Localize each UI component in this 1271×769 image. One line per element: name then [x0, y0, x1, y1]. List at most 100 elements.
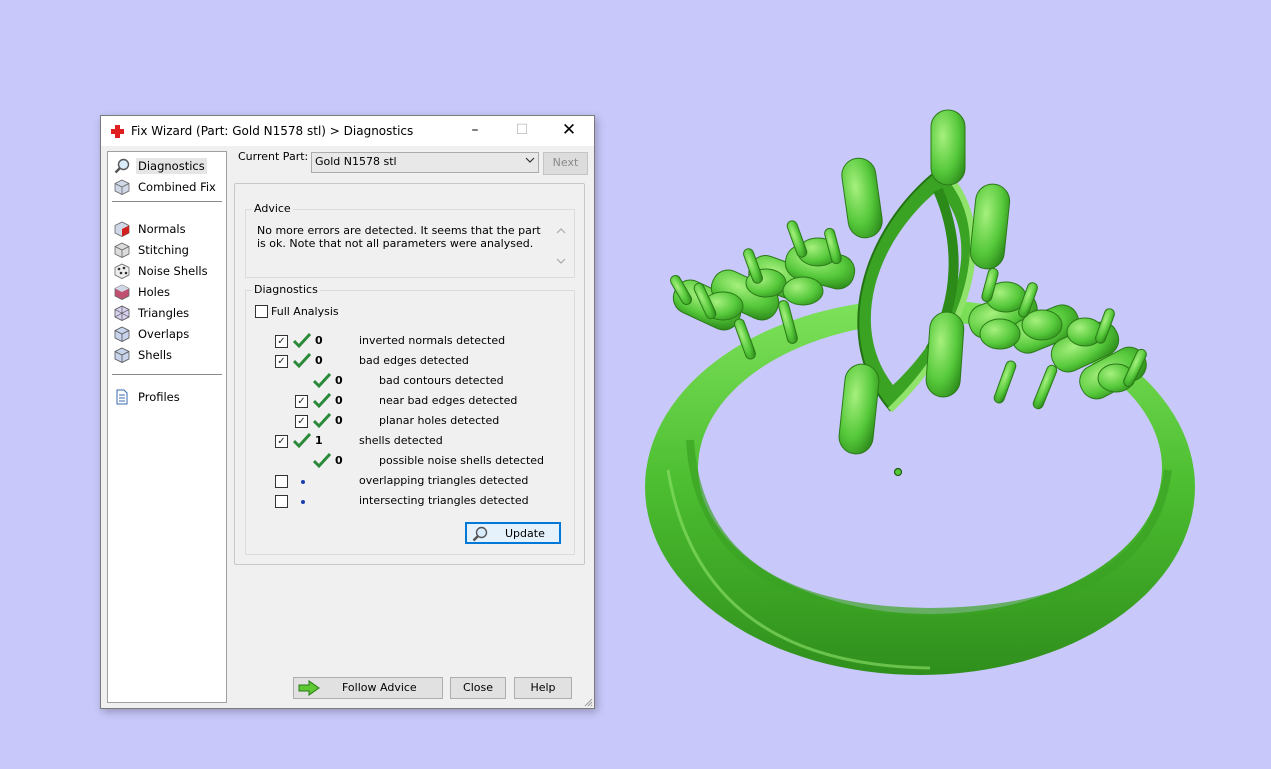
- diag-row-noise-shells: 0 possible noise shells detected: [246, 453, 566, 471]
- nav-item-overlaps[interactable]: Overlaps: [112, 324, 220, 344]
- diag-row-near-bad-edges: ✓ 0 near bad edges detected: [246, 393, 566, 411]
- advice-text: No more errors are detected. It seems th…: [257, 224, 541, 250]
- diag-row-inverted-normals: ✓ 0 inverted normals detected: [246, 333, 566, 351]
- nav-label-stitching: Stitching: [138, 243, 189, 257]
- check-ok-icon: [313, 393, 331, 409]
- triangles-icon: [114, 305, 130, 321]
- diag-count: 0: [335, 374, 343, 387]
- full-analysis-label: Full Analysis: [271, 305, 339, 318]
- fix-wizard-nav: Diagnostics Combined Fix Normals Stitchi…: [107, 151, 227, 703]
- diag-label: overlapping triangles detected: [359, 474, 529, 487]
- magnifier-icon: [114, 158, 130, 174]
- check-ok-icon: [313, 373, 331, 389]
- nav-item-diagnostics[interactable]: Diagnostics: [112, 156, 220, 176]
- pending-dot-icon: [301, 480, 305, 484]
- shells-checkbox[interactable]: ✓: [275, 435, 288, 448]
- holes-cube-icon: [114, 284, 130, 300]
- diag-label: bad contours detected: [379, 374, 504, 387]
- green-arrow-icon: [298, 680, 320, 696]
- magnifier-icon: [472, 526, 488, 542]
- update-button[interactable]: Update: [465, 522, 561, 544]
- diag-label: bad edges detected: [359, 354, 469, 367]
- nav-label-shells: Shells: [138, 348, 173, 362]
- check-ok-icon: [293, 333, 311, 349]
- advice-title: Advice: [252, 202, 293, 215]
- diag-count: 0: [315, 334, 323, 347]
- noise-shells-icon: [114, 263, 130, 279]
- current-part-value: Gold N1578 stl: [315, 155, 397, 168]
- nav-label-holes: Holes: [138, 285, 170, 299]
- advice-group: Advice No more errors are detected. It s…: [245, 202, 575, 278]
- diag-label: inverted normals detected: [359, 334, 506, 347]
- diag-count: 0: [335, 454, 343, 467]
- diag-label: near bad edges detected: [379, 394, 518, 407]
- document-icon: [116, 389, 128, 405]
- nav-item-shells[interactable]: Shells: [112, 345, 220, 365]
- shells-icon: [114, 347, 130, 363]
- follow-advice-label: Follow Advice: [342, 681, 417, 694]
- near-bad-edges-checkbox[interactable]: ✓: [295, 395, 308, 408]
- planar-holes-checkbox[interactable]: ✓: [295, 415, 308, 428]
- nav-item-holes[interactable]: Holes: [112, 282, 220, 302]
- check-ok-icon: [313, 413, 331, 429]
- overlapping-triangles-checkbox[interactable]: [275, 475, 288, 488]
- diag-row-shells: ✓ 1 shells detected: [246, 433, 566, 451]
- resize-grip-icon[interactable]: [583, 697, 593, 707]
- fix-wizard-window: Fix Wizard (Part: Gold N1578 stl) > Diag…: [100, 115, 595, 709]
- nav-item-stitching[interactable]: Stitching: [112, 240, 220, 260]
- pending-dot-icon: [301, 500, 305, 504]
- intersecting-triangles-checkbox[interactable]: [275, 495, 288, 508]
- next-button[interactable]: Next: [543, 152, 588, 175]
- current-part-label: Current Part:: [238, 150, 309, 163]
- bad-edges-checkbox[interactable]: ✓: [275, 355, 288, 368]
- maximize-button[interactable]: ☐: [499, 116, 545, 146]
- inverted-normals-checkbox[interactable]: ✓: [275, 335, 288, 348]
- diagnostics-title: Diagnostics: [252, 283, 320, 296]
- minimize-button[interactable]: –: [452, 116, 498, 146]
- close-window-button[interactable]: ✕: [546, 116, 592, 146]
- check-ok-icon: [313, 453, 331, 469]
- nav-label-normals: Normals: [138, 222, 186, 236]
- diagnostics-group: Diagnostics Full Analysis ✓ 0 inverted n…: [245, 283, 575, 555]
- cube-icon: [114, 179, 130, 195]
- red-cross-icon: [111, 125, 124, 138]
- diag-row-overlapping-triangles: overlapping triangles detected: [246, 473, 566, 491]
- diag-row-planar-holes: ✓ 0 planar holes detected: [246, 413, 566, 431]
- diag-label: planar holes detected: [379, 414, 500, 427]
- title-bar[interactable]: Fix Wizard (Part: Gold N1578 stl) > Diag…: [101, 116, 594, 146]
- full-analysis-checkbox[interactable]: [255, 305, 268, 318]
- diagnostics-panel: Advice No more errors are detected. It s…: [234, 183, 585, 565]
- diag-count: 0: [335, 394, 343, 407]
- nav-separator: [112, 374, 222, 375]
- close-button[interactable]: Close: [450, 677, 506, 699]
- nav-label-noise-shells: Noise Shells: [138, 264, 208, 278]
- normals-cube-icon: [114, 221, 130, 237]
- nav-item-triangles[interactable]: Triangles: [112, 303, 220, 323]
- diag-label: possible noise shells detected: [379, 454, 545, 467]
- nav-label-diagnostics: Diagnostics: [136, 158, 207, 174]
- nav-item-normals[interactable]: Normals: [112, 219, 220, 239]
- diag-row-bad-contours: 0 bad contours detected: [246, 373, 566, 391]
- diag-row-bad-edges: ✓ 0 bad edges detected: [246, 353, 566, 371]
- follow-advice-button[interactable]: Follow Advice: [293, 677, 443, 699]
- diag-label: intersecting triangles detected: [359, 494, 529, 507]
- update-label: Update: [505, 527, 545, 540]
- nav-item-noise-shells[interactable]: Noise Shells: [112, 261, 220, 281]
- nav-item-profiles[interactable]: Profiles: [112, 387, 220, 407]
- nav-item-combined-fix[interactable]: Combined Fix: [112, 177, 220, 197]
- advice-scrollbar[interactable]: [554, 224, 568, 268]
- nav-label-combined-fix: Combined Fix: [138, 180, 216, 194]
- chevron-down-icon: [525, 157, 535, 163]
- nav-separator: [112, 201, 222, 202]
- diag-label: shells detected: [359, 434, 443, 447]
- current-part-select[interactable]: Gold N1578 stl: [311, 152, 539, 173]
- diag-row-intersecting-triangles: intersecting triangles detected: [246, 493, 566, 511]
- nav-label-profiles: Profiles: [138, 390, 180, 404]
- nav-label-triangles: Triangles: [138, 306, 190, 320]
- overlaps-icon: [114, 326, 130, 342]
- diag-count: 0: [335, 414, 343, 427]
- check-ok-icon: [293, 353, 311, 369]
- diag-count: 0: [315, 354, 323, 367]
- help-button[interactable]: Help: [514, 677, 572, 699]
- nav-label-overlaps: Overlaps: [138, 327, 190, 341]
